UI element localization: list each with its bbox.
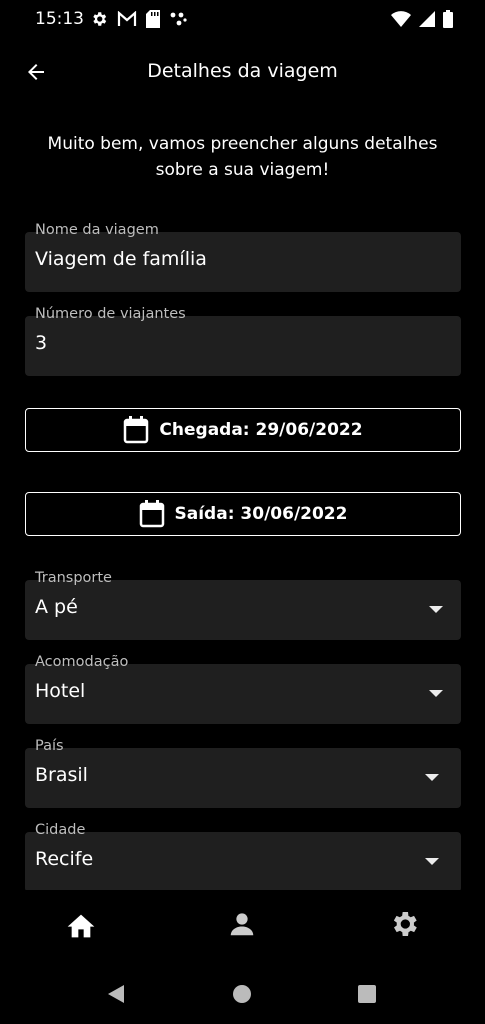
intro-text: Muito bem, vamos preencher alguns detalh…	[47, 134, 438, 180]
transport-label: Transporte	[35, 570, 112, 586]
city-value: Recife	[35, 848, 94, 870]
dropdown-arrow-icon	[425, 774, 439, 781]
home-circle-icon	[233, 985, 251, 1003]
back-triangle-icon	[108, 985, 124, 1003]
travelers-field[interactable]: Número de viajantes 3	[25, 306, 461, 376]
gmail-icon	[117, 11, 137, 26]
calendar-icon	[124, 416, 149, 444]
app-bar: Detalhes da viagem	[0, 48, 485, 96]
arrival-date-button[interactable]: Chegada: 29/06/2022	[25, 408, 461, 452]
sd-card-icon	[146, 10, 160, 28]
system-home-button[interactable]	[230, 982, 254, 1006]
status-icons-right	[391, 10, 453, 28]
departure-date-label: Saída: 30/06/2022	[174, 504, 348, 524]
dropdown-arrow-icon	[429, 690, 443, 697]
settings-icon	[393, 912, 417, 936]
status-bar: 15:13	[0, 0, 485, 38]
nav-settings[interactable]	[384, 904, 424, 944]
battery-icon	[443, 10, 453, 28]
trip-name-value: Viagem de família	[35, 248, 207, 270]
trip-name-field[interactable]: Nome da viagem Viagem de família	[25, 222, 461, 292]
calendar-icon	[139, 500, 164, 528]
travelers-value: 3	[35, 332, 48, 354]
gear-icon	[93, 12, 107, 26]
accommodation-label: Acomodação	[35, 654, 129, 670]
person-icon	[230, 913, 254, 936]
dropdown-arrow-icon	[429, 606, 443, 613]
dropdown-arrow-icon	[425, 858, 439, 865]
status-time: 15:13	[35, 9, 84, 29]
home-icon	[67, 914, 95, 938]
trip-name-label: Nome da viagem	[35, 222, 159, 238]
transport-value: A pé	[35, 596, 78, 618]
system-back-button[interactable]	[104, 982, 128, 1006]
nav-home[interactable]	[61, 904, 101, 944]
bottom-navigation	[0, 890, 485, 962]
country-value: Brasil	[35, 764, 88, 786]
country-label: País	[35, 738, 64, 754]
system-recents-button[interactable]	[355, 982, 379, 1006]
city-label: Cidade	[35, 822, 86, 838]
system-navigation-bar	[0, 962, 485, 1024]
city-dropdown[interactable]: Cidade Recife	[25, 822, 461, 892]
status-icons-left	[90, 10, 187, 28]
accommodation-dropdown[interactable]: Acomodação Hotel	[25, 654, 461, 724]
departure-date-button[interactable]: Saída: 30/06/2022	[25, 492, 461, 536]
country-dropdown[interactable]: País Brasil	[25, 738, 461, 808]
transport-dropdown[interactable]: Transporte A pé	[25, 570, 461, 640]
nav-profile[interactable]	[222, 904, 262, 944]
signal-icon	[419, 11, 435, 27]
page-title: Detalhes da viagem	[147, 60, 338, 82]
arrival-date-label: Chegada: 29/06/2022	[159, 420, 363, 440]
dots-icon	[170, 12, 187, 26]
recents-square-icon	[358, 985, 376, 1003]
travelers-label: Número de viajantes	[35, 306, 186, 322]
accommodation-value: Hotel	[35, 680, 86, 702]
wifi-icon	[391, 11, 411, 27]
